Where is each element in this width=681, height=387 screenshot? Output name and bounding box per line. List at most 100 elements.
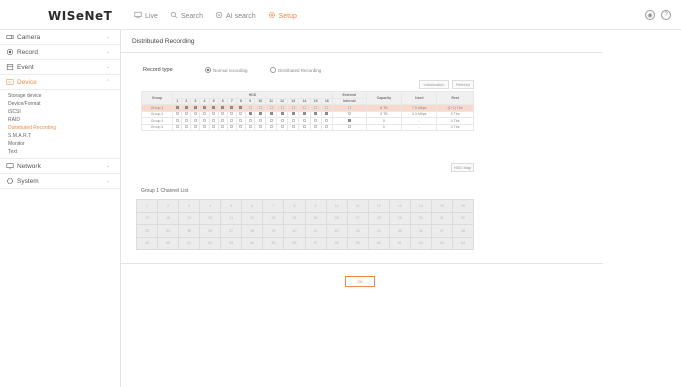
channel-cell[interactable]: 63 <box>430 236 453 250</box>
channel-cell[interactable]: 13 <box>388 199 411 213</box>
hdd-checkbox[interactable] <box>175 118 179 122</box>
hdd-checkbox[interactable] <box>302 105 306 109</box>
channel-cell[interactable]: 18 <box>157 211 180 225</box>
hdd-checkbox[interactable] <box>291 105 295 109</box>
radio-distributed-recording[interactable]: Distributed Recording <box>270 67 321 73</box>
hdd-checkbox[interactable] <box>302 125 306 129</box>
hdd-checkbox[interactable] <box>314 125 318 129</box>
hdd-checkbox[interactable] <box>184 125 188 129</box>
hdd-checkbox[interactable] <box>302 112 306 116</box>
ok-button[interactable]: OK <box>345 276 375 287</box>
hdd-map-button[interactable]: HDD Map <box>451 163 474 172</box>
submenu-item-device-format[interactable]: Device/Format <box>8 100 120 108</box>
sidebar-item-network[interactable]: Network ⌄ <box>0 159 120 174</box>
channel-cell[interactable]: 29 <box>388 211 411 225</box>
hdd-checkbox[interactable] <box>258 125 262 129</box>
hdd-checkbox[interactable] <box>269 112 273 116</box>
channel-cell[interactable]: 42 <box>325 224 348 238</box>
hdd-checkbox[interactable] <box>347 125 351 129</box>
submenu-item-storage-device[interactable]: Storage device <box>8 92 120 100</box>
hdd-checkbox[interactable] <box>193 125 197 129</box>
channel-cell[interactable]: 8 <box>283 199 306 213</box>
initialization-button[interactable]: Initialization <box>419 80 449 89</box>
hdd-checkbox[interactable] <box>248 105 252 109</box>
hdd-checkbox[interactable] <box>291 112 295 116</box>
hdd-checkbox[interactable] <box>280 125 284 129</box>
hdd-checkbox[interactable] <box>325 125 329 129</box>
channel-cell[interactable]: 27 <box>346 211 369 225</box>
hdd-checkbox[interactable] <box>258 118 262 122</box>
channel-cell[interactable]: 55 <box>262 236 285 250</box>
hdd-checkbox[interactable] <box>325 112 329 116</box>
channel-cell[interactable]: 32 <box>451 211 475 225</box>
channel-cell[interactable]: 25 <box>304 211 327 225</box>
submenu-item-text[interactable]: Text <box>8 148 120 156</box>
channel-cell[interactable]: 35 <box>178 224 201 238</box>
sidebar-item-system[interactable]: System ⌄ <box>0 174 120 189</box>
hdd-checkbox[interactable] <box>230 125 234 129</box>
hdd-checkbox[interactable] <box>314 105 318 109</box>
refresh-button[interactable]: Refresh <box>452 80 474 89</box>
hdd-checkbox[interactable] <box>239 112 243 116</box>
hdd-checkbox[interactable] <box>269 105 273 109</box>
channel-cell[interactable]: 20 <box>199 211 222 225</box>
channel-cell[interactable]: 56 <box>283 236 306 250</box>
hdd-checkbox[interactable] <box>221 105 225 109</box>
sidebar-item-camera[interactable]: Camera ⌄ <box>0 30 120 45</box>
channel-cell[interactable]: 53 <box>220 236 243 250</box>
channel-cell[interactable]: 4 <box>199 199 222 213</box>
channel-cell[interactable]: 48 <box>451 224 475 238</box>
hdd-checkbox[interactable] <box>203 118 206 122</box>
channel-cell[interactable]: 15 <box>430 199 453 213</box>
hdd-checkbox[interactable] <box>175 125 179 129</box>
channel-cell[interactable]: 22 <box>241 211 264 225</box>
channel-cell[interactable]: 1 <box>135 199 159 213</box>
hdd-checkbox[interactable] <box>248 125 252 129</box>
channel-cell[interactable]: 60 <box>367 236 390 250</box>
channel-cell[interactable]: 39 <box>262 224 285 238</box>
hdd-checkbox[interactable] <box>221 118 225 122</box>
hdd-checkbox[interactable] <box>193 118 197 122</box>
submenu-item-distributed-recording[interactable]: Distributed Recording <box>8 124 120 132</box>
hdd-checkbox[interactable] <box>269 118 273 122</box>
channel-cell[interactable]: 47 <box>430 224 453 238</box>
hdd-checkbox[interactable] <box>203 125 206 129</box>
channel-cell[interactable]: 2 <box>157 199 180 213</box>
hdd-checkbox[interactable] <box>230 105 234 109</box>
channel-cell[interactable]: 6 <box>241 199 264 213</box>
hdd-checkbox[interactable] <box>221 125 225 129</box>
channel-cell[interactable]: 24 <box>283 211 306 225</box>
channel-cell[interactable]: 38 <box>241 224 264 238</box>
hdd-checkbox[interactable] <box>325 118 329 122</box>
sidebar-item-device[interactable]: Device ⌃ <box>0 75 120 90</box>
channel-cell[interactable]: 45 <box>388 224 411 238</box>
channel-cell[interactable]: 33 <box>135 224 159 238</box>
channel-cell[interactable]: 43 <box>346 224 369 238</box>
submenu-item-monitor[interactable]: Monitor <box>8 140 120 148</box>
hdd-checkbox[interactable] <box>212 112 216 116</box>
nav-setup[interactable]: Setup <box>268 11 297 21</box>
channel-cell[interactable]: 46 <box>409 224 432 238</box>
channel-cell[interactable]: 58 <box>325 236 348 250</box>
hdd-checkbox[interactable] <box>258 112 262 116</box>
sidebar-item-record[interactable]: Record ⌄ <box>0 45 120 60</box>
hdd-checkbox[interactable] <box>193 112 197 116</box>
channel-cell[interactable]: 14 <box>409 199 432 213</box>
channel-cell[interactable]: 31 <box>430 211 453 225</box>
channel-cell[interactable]: 62 <box>409 236 432 250</box>
channel-cell[interactable]: 11 <box>346 199 369 213</box>
hdd-checkbox[interactable] <box>212 125 216 129</box>
channel-cell[interactable]: 7 <box>262 199 285 213</box>
hdd-checkbox[interactable] <box>175 112 179 116</box>
channel-cell[interactable]: 64 <box>451 236 475 250</box>
hdd-checkbox[interactable] <box>347 112 351 116</box>
hdd-checkbox[interactable] <box>280 105 284 109</box>
table-row[interactable]: Group 4 0-0 Tbs <box>140 123 474 131</box>
hdd-checkbox[interactable] <box>184 118 188 122</box>
nav-search[interactable]: Search <box>170 11 203 21</box>
submenu-item-raid[interactable]: RAID <box>8 116 120 124</box>
channel-cell[interactable]: 40 <box>283 224 306 238</box>
nav-ai-search[interactable]: AI search <box>215 11 256 21</box>
hdd-checkbox[interactable] <box>347 105 351 109</box>
hdd-checkbox[interactable] <box>325 105 329 109</box>
